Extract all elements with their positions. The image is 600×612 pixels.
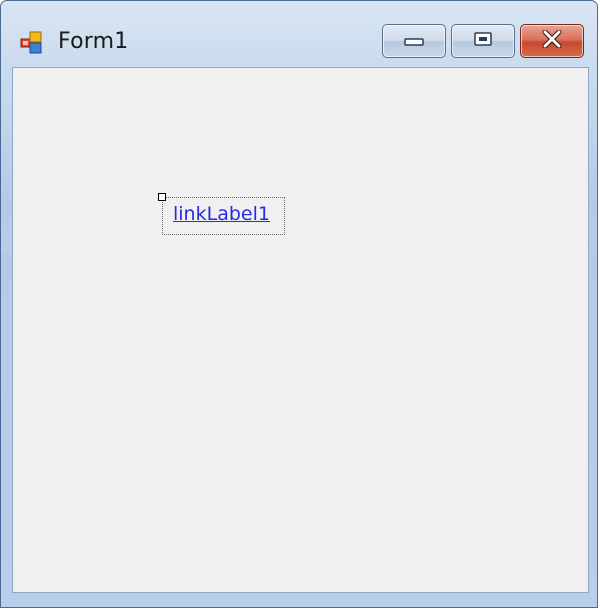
close-button[interactable]	[520, 24, 584, 58]
form-window: Form1	[0, 0, 598, 608]
minimize-icon	[403, 32, 425, 51]
link-label[interactable]: linkLabel1	[173, 203, 270, 225]
form-app-icon	[20, 31, 46, 55]
move-grab-handle[interactable]	[158, 193, 166, 201]
form-client-area[interactable]	[12, 67, 589, 593]
window-title: Form1	[58, 29, 129, 54]
close-icon	[541, 29, 563, 52]
minimize-button[interactable]	[382, 24, 446, 58]
title-bar[interactable]: Form1	[1, 1, 597, 65]
maximize-button[interactable]	[451, 24, 515, 58]
maximize-icon	[473, 31, 493, 51]
